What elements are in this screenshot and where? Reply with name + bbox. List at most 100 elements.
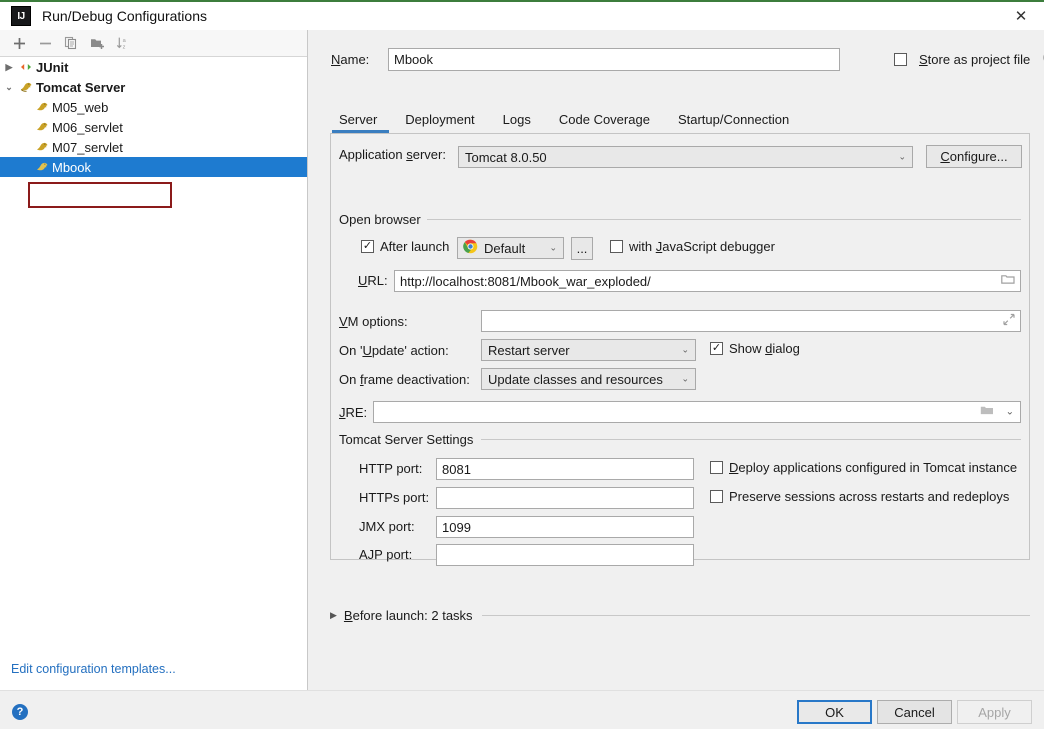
http-port-input[interactable]: 8081: [436, 458, 694, 480]
edit-configuration-templates-link[interactable]: Edit configuration templates...: [11, 662, 176, 676]
before-launch-section[interactable]: ▶ Before launch: 2 tasks: [330, 608, 1030, 623]
tab-logs[interactable]: Logs: [489, 112, 545, 133]
vm-options-label: VM options:: [339, 314, 408, 329]
tree-item-mbook-label: Mbook: [52, 159, 92, 175]
tomcat-icon: [34, 159, 50, 175]
configurations-toolbar: a z: [0, 30, 307, 57]
junit-icon: [18, 59, 34, 75]
deploy-applications-checkbox-box[interactable]: [710, 461, 723, 474]
expand-icon[interactable]: [1003, 313, 1015, 329]
ajp-port-input[interactable]: [436, 544, 694, 566]
chevron-down-icon[interactable]: ⌄: [898, 152, 906, 163]
after-launch-checkbox[interactable]: ✓ After launch: [361, 239, 449, 254]
store-as-project-file-checkbox-box[interactable]: [894, 53, 907, 66]
tree-item-m06-servlet[interactable]: M06_servlet: [0, 117, 307, 137]
name-row: Name: Mbook Store as project file: [331, 48, 1044, 72]
tree-group-junit[interactable]: ▶ JUnit: [0, 57, 307, 77]
tab-deployment[interactable]: Deployment: [391, 112, 488, 133]
jre-input[interactable]: ⌄: [373, 401, 1021, 423]
add-button[interactable]: [6, 31, 32, 55]
ajp-port-label: AJP port:: [359, 547, 413, 562]
store-as-project-file-checkbox[interactable]: Store as project file: [894, 51, 1044, 68]
open-browser-group-label: Open browser: [339, 212, 427, 227]
show-dialog-checkbox[interactable]: ✓ Show dialog: [710, 341, 800, 356]
js-debugger-label: with JavaScript debugger: [629, 239, 775, 254]
tree-group-tomcat-server[interactable]: ⌄ Tomcat Server: [0, 77, 307, 97]
ok-button[interactable]: OK: [797, 700, 872, 724]
remove-button[interactable]: [32, 31, 58, 55]
tree-item-mbook[interactable]: Mbook: [0, 157, 307, 177]
application-server-label: Application server:: [339, 147, 446, 162]
url-input[interactable]: http://localhost:8081/Mbook_war_exploded…: [394, 270, 1021, 292]
js-debugger-checkbox-box[interactable]: [610, 240, 623, 253]
http-port-value: 8081: [442, 461, 471, 477]
configure-button[interactable]: Configure...: [926, 145, 1022, 168]
intellij-logo-icon: IJ: [11, 6, 31, 26]
dialog-footer: ? OK Cancel Apply: [0, 690, 1044, 729]
on-update-action-value: Restart server: [488, 342, 570, 358]
jmx-port-input[interactable]: 1099: [436, 516, 694, 538]
title-bar: IJ Run/Debug Configurations ✕: [0, 2, 1044, 30]
http-port-label: HTTP port:: [359, 461, 423, 476]
tab-code-coverage[interactable]: Code Coverage: [545, 112, 664, 133]
application-server-select[interactable]: Tomcat 8.0.50 ⌄: [458, 146, 913, 168]
server-settings-card: Application server: Tomcat 8.0.50 ⌄ Conf…: [330, 133, 1030, 566]
after-launch-checkbox-box[interactable]: ✓: [361, 240, 374, 253]
tree-group-tomcat-server-label: Tomcat Server: [36, 79, 126, 95]
name-input[interactable]: Mbook: [388, 48, 840, 71]
close-icon[interactable]: ✕: [998, 2, 1044, 30]
editor-tabs[interactable]: Server Deployment Logs Code Coverage Sta…: [330, 105, 1030, 133]
tree-item-m07-servlet-label: M07_servlet: [52, 139, 123, 155]
chevron-down-icon[interactable]: ⌄: [549, 243, 557, 254]
preserve-sessions-checkbox[interactable]: Preserve sessions across restarts and re…: [710, 489, 1009, 504]
help-icon[interactable]: ?: [12, 704, 28, 720]
checkmark-icon: ✓: [711, 341, 722, 354]
tree-item-m07-servlet[interactable]: M07_servlet: [0, 137, 307, 157]
deploy-applications-checkbox[interactable]: Deploy applications configured in Tomcat…: [710, 460, 1017, 475]
application-server-row: Application server:: [339, 147, 446, 162]
tab-startup-connection[interactable]: Startup/Connection: [664, 112, 803, 133]
tree-item-m05-web-label: M05_web: [52, 99, 109, 115]
browse-browser-button-label: ...: [576, 241, 588, 256]
https-port-input[interactable]: [436, 487, 694, 509]
before-launch-divider: [481, 615, 1030, 616]
chevron-right-icon[interactable]: ▶: [330, 610, 337, 621]
on-update-action-select[interactable]: Restart server ⌄: [481, 339, 696, 361]
folder-icon[interactable]: [1001, 274, 1015, 289]
preserve-sessions-checkbox-box[interactable]: [710, 490, 723, 503]
jmx-port-value: 1099: [442, 519, 471, 535]
url-label: URL:: [358, 273, 388, 288]
tab-server[interactable]: Server: [330, 112, 391, 133]
copy-icon[interactable]: [58, 31, 84, 55]
chevron-right-icon[interactable]: ▶: [0, 62, 18, 73]
on-frame-deactivation-select[interactable]: Update classes and resources ⌄: [481, 368, 696, 390]
vm-options-input[interactable]: [481, 310, 1021, 332]
cancel-button[interactable]: Cancel: [877, 700, 952, 724]
on-frame-deactivation-label: On frame deactivation:: [339, 372, 470, 387]
js-debugger-checkbox[interactable]: with JavaScript debugger: [610, 239, 775, 254]
chevron-down-icon[interactable]: ⌄: [1006, 407, 1014, 418]
deploy-applications-label: Deploy applications configured in Tomcat…: [729, 460, 1018, 475]
sort-alphabetically-icon[interactable]: a z: [110, 31, 136, 55]
tree-item-m05-web[interactable]: M05_web: [0, 97, 307, 117]
chevron-down-icon[interactable]: ⌄: [681, 374, 689, 385]
folder-icon[interactable]: [980, 405, 994, 420]
tomcat-icon: [34, 99, 50, 115]
run-debug-configurations-dialog: IJ Run/Debug Configurations ✕ a z ▶ JUni…: [0, 0, 1044, 729]
new-folder-icon[interactable]: [84, 31, 110, 55]
browser-select[interactable]: Default ⌄: [457, 237, 564, 259]
configuration-editor-panel: Name: Mbook Store as project file Server…: [309, 30, 1044, 690]
jmx-port-label: JMX port:: [359, 519, 415, 534]
window-title: Run/Debug Configurations: [42, 8, 207, 24]
chevron-down-icon[interactable]: ⌄: [0, 82, 18, 93]
before-launch-label: Before launch: 2 tasks: [343, 608, 473, 623]
svg-text:z: z: [123, 44, 126, 50]
apply-button: Apply: [957, 700, 1032, 724]
chevron-down-icon[interactable]: ⌄: [681, 345, 689, 356]
browse-browser-button[interactable]: ...: [571, 237, 593, 260]
show-dialog-checkbox-box[interactable]: ✓: [710, 342, 723, 355]
browser-value: Default: [484, 240, 526, 256]
chrome-icon: [463, 239, 478, 257]
store-as-project-file-label: Store as project file: [919, 52, 1031, 67]
tree-group-junit-label: JUnit: [36, 59, 69, 75]
